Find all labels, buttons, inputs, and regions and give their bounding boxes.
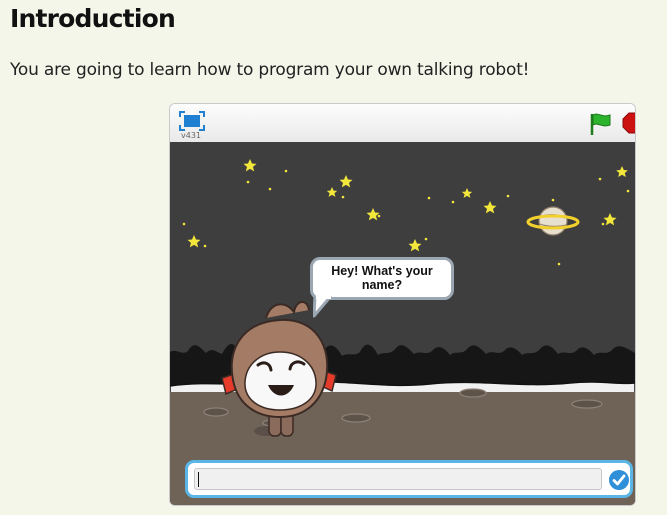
- stop-button[interactable]: [622, 112, 635, 134]
- submit-answer-button[interactable]: [609, 470, 629, 490]
- ask-answer-box: [185, 460, 633, 498]
- intro-text: You are going to learn how to program yo…: [10, 60, 530, 80]
- stop-sign-icon: [622, 112, 635, 134]
- space-backdrop: [170, 142, 635, 505]
- speech-bubble: Hey! What's your name?: [310, 257, 454, 300]
- page-title: Introduction: [10, 4, 176, 33]
- version-label: v431: [181, 131, 202, 140]
- player-toolbar: v431: [170, 104, 635, 143]
- stage[interactable]: Hey! What's your name?: [170, 142, 635, 505]
- speech-bubble-tail: [313, 296, 333, 318]
- fullscreen-button[interactable]: [179, 111, 205, 131]
- checkmark-icon: [612, 474, 626, 486]
- answer-input[interactable]: [194, 468, 602, 490]
- text-caret: [198, 472, 199, 487]
- green-flag-button[interactable]: [589, 112, 613, 136]
- scratch-player: v431 Hey! What's your name?: [169, 103, 636, 506]
- speech-text: Hey! What's your name?: [331, 264, 433, 292]
- green-flag-icon: [590, 113, 611, 135]
- fullscreen-icon: [179, 111, 205, 131]
